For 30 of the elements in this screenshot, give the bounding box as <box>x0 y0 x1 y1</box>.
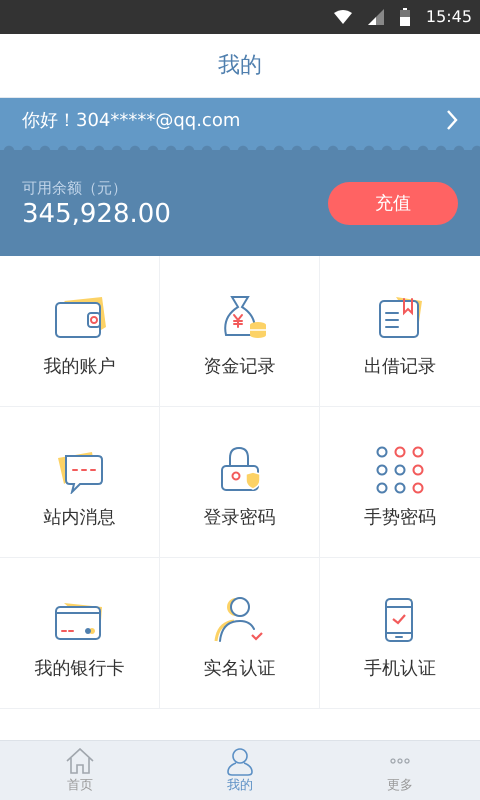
balance-label: 可用余额（元） <box>22 178 128 200</box>
chevron-right-icon <box>446 109 458 131</box>
signal-icon <box>368 9 384 25</box>
person-icon <box>224 746 256 776</box>
balance-amount: 345,928.00 <box>22 200 171 229</box>
home-icon <box>64 746 96 776</box>
menu-item[interactable]: 登录密码 <box>160 407 320 558</box>
menu-item[interactable]: 站内消息 <box>0 407 160 558</box>
menu-label: 手机认证 <box>364 656 436 680</box>
menu-label: 出借记录 <box>364 354 436 378</box>
menu-item[interactable]: 实名认证 <box>160 558 320 709</box>
battery-icon <box>400 8 410 26</box>
menu-label: 实名认证 <box>204 656 276 680</box>
more-icon <box>390 758 410 764</box>
wifi-icon <box>334 10 352 24</box>
greeting-text: 你好！304*****@qq.com <box>22 108 240 132</box>
menu-item[interactable]: 手机认证 <box>320 558 480 709</box>
menu-label: 登录密码 <box>204 506 276 530</box>
menu-item[interactable]: 我的银行卡 <box>0 558 160 709</box>
menu-label: 我的银行卡 <box>34 656 124 680</box>
menu-label: 资金记录 <box>204 354 276 378</box>
clock-text: 15:45 <box>426 6 472 28</box>
menu-item[interactable]: 资金记录 <box>160 256 320 407</box>
page-title: 我的 <box>218 52 262 80</box>
menu-label: 站内消息 <box>44 506 116 530</box>
menu-label: 手势密码 <box>364 506 436 530</box>
menu-label: 我的账户 <box>44 354 116 378</box>
menu-item[interactable]: 出借记录 <box>320 256 480 407</box>
menu-item[interactable]: 我的账户 <box>0 256 160 407</box>
menu-item[interactable]: 手势密码 <box>320 407 480 558</box>
